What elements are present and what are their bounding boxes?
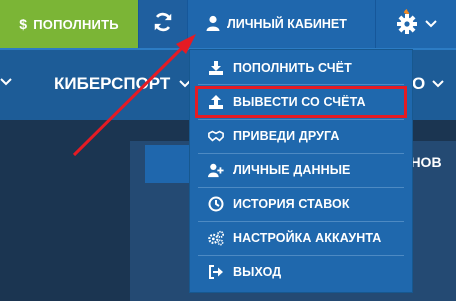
menu-item-withdraw[interactable]: ВЫВЕСТИ СО СЧЁТА	[195, 86, 407, 118]
refill-button-label: ПОПОЛНИТЬ	[33, 16, 119, 32]
menu-divider	[198, 255, 404, 256]
clock-icon	[208, 196, 224, 212]
personal-cabinet-button[interactable]: ЛИЧНЫЙ КАБИНЕТ	[188, 0, 375, 48]
handshake-icon	[208, 128, 224, 144]
menu-item-bet-history-label: ИСТОРИЯ СТАВОК	[233, 197, 350, 211]
nav-item-esports-label: КИБЕРСПОРТ	[54, 74, 171, 93]
personal-cabinet-label: ЛИЧНЫЙ КАБИНЕТ	[227, 17, 347, 31]
dollar-icon: $	[19, 16, 28, 32]
menu-divider	[198, 153, 404, 154]
menu-item-withdraw-label: ВЫВЕСТИ СО СЧЁТА	[233, 95, 366, 109]
user-icon	[206, 15, 220, 34]
refill-button[interactable]: $ ПОПОЛНИТЬ	[0, 0, 138, 48]
menu-divider	[198, 84, 404, 85]
menu-divider	[198, 119, 404, 120]
menu-item-deposit[interactable]: ПОПОЛНИТЬ СЧЁТ	[198, 55, 404, 81]
menu-item-personal-data[interactable]: ЛИЧНЫЕ ДАННЫЕ	[198, 157, 404, 183]
account-dropdown-menu: ПОПОЛНИТЬ СЧЁТ ВЫВЕСТИ СО СЧЁТА ПРИВЕДИ …	[190, 50, 412, 292]
nav-item-esports[interactable]: КИБЕРСПОРТ	[54, 74, 191, 94]
sign-out-icon	[208, 264, 224, 280]
nav-item-partial[interactable]: О	[412, 74, 444, 94]
menu-item-logout[interactable]: ВЫХОД	[198, 259, 404, 285]
menu-item-deposit-label: ПОПОЛНИТЬ СЧЁТ	[233, 61, 352, 75]
upload-icon	[208, 94, 224, 110]
menu-item-account-settings[interactable]: НАСТРОЙКА АККАУНТА	[198, 225, 404, 251]
menu-item-logout-label: ВЫХОД	[233, 265, 282, 279]
menu-divider	[198, 187, 404, 188]
menu-divider	[198, 221, 404, 222]
cogs-icon	[208, 230, 224, 246]
menu-item-personal-data-label: ЛИЧНЫЕ ДАННЫЕ	[233, 163, 351, 177]
menu-item-account-settings-label: НАСТРОЙКА АККАУНТА	[233, 231, 382, 245]
user-plus-icon	[208, 162, 224, 178]
nav-item-partial-label: О	[412, 74, 426, 93]
gear-flame-icon	[395, 8, 419, 40]
settings-dropdown-button[interactable]	[376, 0, 456, 48]
menu-item-invite-friend-label: ПРИВЕДИ ДРУГА	[233, 129, 340, 143]
refresh-icon	[152, 11, 174, 38]
chevron-down-icon	[425, 15, 437, 33]
nav-chevron-left-icon[interactable]	[0, 74, 12, 90]
refresh-button[interactable]	[139, 0, 187, 48]
download-icon	[208, 60, 224, 76]
menu-item-invite-friend[interactable]: ПРИВЕДИ ДРУГА	[198, 123, 404, 149]
menu-item-bet-history[interactable]: ИСТОРИЯ СТАВОК	[198, 191, 404, 217]
